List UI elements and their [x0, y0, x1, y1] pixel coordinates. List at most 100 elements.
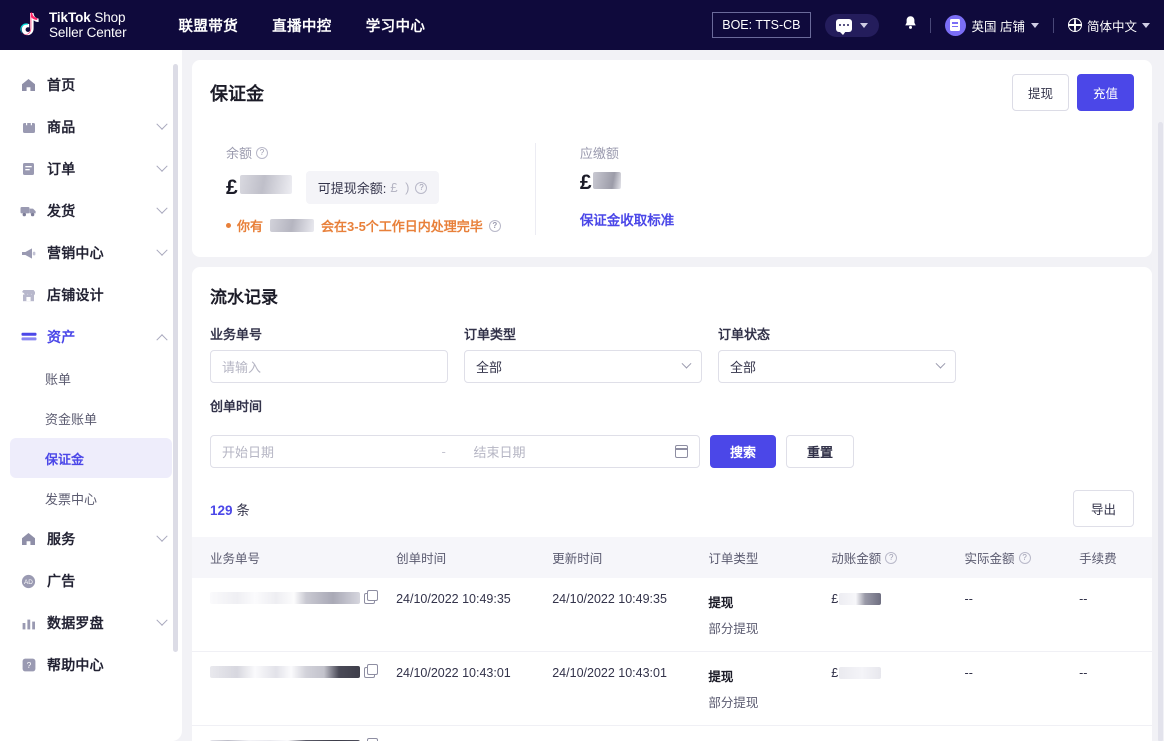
sidebar-scrollbar[interactable]	[173, 64, 178, 652]
chevron-down-icon	[156, 202, 168, 214]
shop-selector[interactable]: 英国 店铺	[931, 14, 1053, 36]
sidebar-label: 商品	[47, 119, 76, 135]
sidebar-item-orders[interactable]: 订单	[0, 148, 182, 190]
order-no-input[interactable]: 请输入	[210, 350, 448, 383]
chevron-down-icon	[156, 244, 168, 256]
copy-icon[interactable]	[364, 590, 378, 604]
chevron-up-icon	[156, 334, 168, 346]
sidebar-subitem-bills[interactable]: 账单	[10, 358, 172, 398]
filter-order-type: 订单类型 全部	[464, 324, 702, 383]
filter-order-no: 业务单号 请输入	[210, 324, 448, 383]
top-nav-live[interactable]: 直播中控	[272, 15, 332, 36]
topup-button[interactable]: 充值	[1076, 74, 1134, 111]
date-range-picker[interactable]: 开始日期 - 结束日期	[210, 435, 700, 468]
help-tooltip-icon[interactable]: ?	[488, 219, 501, 232]
filter-order-status: 订单状态 全部	[718, 324, 956, 383]
table-header-row: 业务单号 创单时间 更新时间 订单类型 动账金额 ? 实际金额 ? 手续费	[192, 537, 1152, 578]
sidebar-sublabel: 资金账单	[45, 411, 98, 427]
deposit-balance-body: 余额 ? £ 可提现余额: £ ) ? 你有 会在3-5个工作日内处理完毕 ? …	[192, 123, 1152, 257]
order-type-main: 提现	[708, 670, 734, 684]
filter-label: 业务单号	[210, 327, 263, 342]
sidebar-item-data-compass[interactable]: 数据罗盘	[0, 602, 182, 644]
page-scrollbar[interactable]	[1158, 122, 1163, 741]
sidebar-item-products[interactable]: 商品	[0, 106, 182, 148]
balance-amount: £	[226, 175, 292, 200]
sidebar-subitem-fund-bills[interactable]: 资金账单	[10, 398, 172, 438]
sidebar-label: 首页	[47, 77, 76, 93]
sidebar-item-shipping[interactable]: 发货	[0, 190, 182, 232]
brand-shop: Shop	[90, 9, 126, 25]
top-nav-affiliate[interactable]: 联盟带货	[179, 15, 239, 36]
column-label: 动账金额	[831, 552, 882, 566]
cell-order-type: 提现 部分提现	[708, 651, 832, 726]
deposit-card: 保证金 提现 充值 余额 ? £ 可提现余额: £) ? 你有 会在3-5个工…	[192, 60, 1152, 257]
storefront-icon	[20, 289, 37, 302]
records-count-row: 129 条 导出	[192, 468, 1152, 537]
table-head: 业务单号 创单时间 更新时间 订单类型 动账金额 ? 实际金额 ? 手续费	[192, 537, 1152, 578]
column-create-time: 创单时间	[396, 537, 553, 578]
table-row: 24/10/2022 10:43:01 24/10/2022 10:43:01 …	[192, 651, 1152, 726]
search-button[interactable]: 搜索	[710, 435, 777, 468]
ad-icon: AD	[20, 574, 37, 589]
top-right-controls: BOE: TTS-CB 英国 店铺 简体中文	[712, 12, 1150, 38]
start-date-placeholder: 开始日期	[222, 445, 275, 460]
svg-text:?: ?	[26, 660, 31, 670]
chevron-down-icon	[1030, 22, 1039, 28]
top-navigation-bar: TikTok Shop Seller Center 联盟带货 直播中控 学习中心…	[0, 0, 1164, 50]
sidebar-item-ads[interactable]: AD 广告	[0, 560, 182, 602]
sidebar-item-shop-design[interactable]: 店铺设计	[0, 274, 182, 316]
notifications-button[interactable]	[891, 15, 930, 36]
filter-create-time: 创单时间 开始日期 - 结束日期 搜索 重置	[210, 396, 1134, 468]
help-tooltip-icon[interactable]: ?	[885, 551, 898, 564]
redacted-balance-value	[239, 175, 292, 194]
cell-create-time: 24/10/2022 04:58:29	[396, 725, 553, 741]
redacted-order-no	[210, 592, 360, 604]
help-tooltip-icon[interactable]: ?	[415, 181, 428, 194]
boe-environment-chip[interactable]: BOE: TTS-CB	[712, 12, 811, 38]
order-type-select[interactable]: 全部	[464, 350, 702, 383]
sidebar-item-help-center[interactable]: ? 帮助中心	[0, 644, 182, 686]
page-title: 保证金	[210, 83, 264, 104]
messages-button[interactable]	[824, 13, 879, 37]
sidebar-item-marketing[interactable]: 营销中心	[0, 232, 182, 274]
sidebar-sublabel: 账单	[45, 371, 72, 387]
payable-column: 应缴额 £ 保证金收取标准	[534, 143, 709, 235]
order-status-select[interactable]: 全部	[718, 350, 956, 383]
column-transaction-amount: 动账金额 ?	[831, 537, 965, 578]
copy-icon[interactable]	[364, 664, 378, 678]
help-tooltip-icon[interactable]: ?	[256, 146, 269, 159]
deposit-standard-link[interactable]: 保证金收取标准	[580, 209, 675, 229]
sidebar-item-assets[interactable]: 资产	[0, 316, 182, 358]
chat-icon	[835, 18, 852, 35]
cell-create-time: 24/10/2022 10:43:01	[396, 651, 553, 726]
payable-label: 应缴额	[579, 146, 619, 161]
currency-symbol: £	[831, 592, 839, 606]
sidebar-subitem-invoice-center[interactable]: 发票中心	[10, 478, 172, 518]
cell-order-type: 提现 部分提现	[708, 578, 832, 652]
redacted-amount	[839, 667, 882, 679]
cell-update-time: 24/10/2022 10:43:01	[552, 651, 709, 726]
withdraw-button[interactable]: 提现	[1011, 74, 1069, 111]
table-row: 24/10/2022 04:58:29 24/10/2022 04:58:29 …	[192, 725, 1152, 741]
help-tooltip-icon[interactable]: ?	[1018, 551, 1031, 564]
order-type-sub: 部分提现	[708, 622, 759, 636]
column-real-amount: 实际金额 ?	[964, 537, 1080, 578]
table-body: 24/10/2022 10:49:35 24/10/2022 10:49:35 …	[192, 578, 1152, 741]
sidebar-item-services[interactable]: 服务	[0, 518, 182, 560]
cell-create-time: 24/10/2022 10:49:35	[396, 578, 553, 652]
sidebar-item-home[interactable]: 首页	[0, 64, 182, 106]
top-nav-academy[interactable]: 学习中心	[366, 15, 426, 36]
brand-logo[interactable]: TikTok Shop Seller Center	[16, 10, 127, 40]
language-selector[interactable]: 简体中文	[1054, 16, 1150, 35]
reset-button[interactable]: 重置	[786, 435, 855, 468]
service-icon	[20, 532, 37, 546]
bag-icon	[20, 120, 37, 134]
shop-avatar-icon	[944, 14, 966, 36]
calendar-icon	[674, 445, 688, 458]
sidebar-subitem-deposit[interactable]: 保证金	[10, 438, 172, 478]
export-button[interactable]: 导出	[1072, 490, 1134, 527]
currency-symbol: £	[831, 666, 839, 680]
chevron-down-icon	[935, 358, 946, 369]
chevron-down-icon	[156, 118, 168, 130]
records-filters: 业务单号 请输入 订单类型 全部 订单状态 全部 创单时间 开始日期 - 结束日…	[192, 308, 1152, 468]
